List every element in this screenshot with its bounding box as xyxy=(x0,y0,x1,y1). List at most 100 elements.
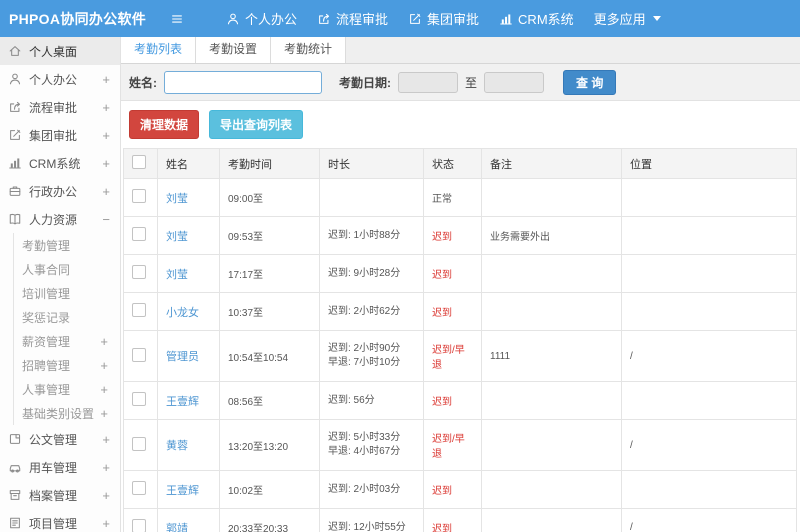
sidebar-item-用车管理[interactable]: 用车管理 + xyxy=(0,453,120,481)
employee-name-link[interactable]: 黄蓉 xyxy=(166,440,188,452)
expand-icon[interactable]: + xyxy=(102,100,110,115)
date-to-input[interactable] xyxy=(484,71,545,93)
employee-name-link[interactable]: 小龙女 xyxy=(166,307,199,319)
note-cell xyxy=(481,419,622,471)
sidebar-item-label: 基础类别设置 xyxy=(22,406,95,421)
attendance-time: 09:00至 xyxy=(219,178,320,217)
nav-item-label: CRM系统 xyxy=(518,12,574,27)
location-cell xyxy=(621,292,797,331)
sidebar-item-个人桌面[interactable]: 个人桌面 xyxy=(0,37,120,65)
name-input[interactable] xyxy=(164,70,322,94)
expand-icon[interactable]: + xyxy=(102,128,110,143)
collapse-icon[interactable]: − xyxy=(102,212,110,227)
nav-item-label: 流程审批 xyxy=(336,12,389,27)
tab-考勤统计[interactable]: 考勤统计 xyxy=(271,37,347,63)
row-checkbox[interactable] xyxy=(132,303,146,317)
column-header-考勤时间: 考勤时间 xyxy=(219,148,320,179)
employee-name-link[interactable]: 郭靖 xyxy=(166,523,188,532)
location-cell: / xyxy=(621,330,797,382)
row-checkbox[interactable] xyxy=(132,227,146,241)
sidebar-item-label: 薪资管理 xyxy=(22,334,71,349)
select-all-checkbox[interactable] xyxy=(132,155,146,169)
row-checkbox[interactable] xyxy=(132,436,146,451)
expand-icon[interactable]: + xyxy=(100,334,110,349)
expand-icon[interactable]: + xyxy=(102,72,110,87)
duration-cell: 迟到: 2小时62分 xyxy=(319,292,424,331)
clean-data-button[interactable]: 清理数据 xyxy=(129,110,200,139)
employee-name-link[interactable]: 刘莹 xyxy=(166,231,188,243)
expand-icon[interactable]: + xyxy=(102,488,110,503)
sidebar-item-人事管理[interactable]: 人事管理 + xyxy=(14,377,120,401)
sidebar-item-人力资源[interactable]: 人力资源 − xyxy=(0,205,120,233)
table-row: 管理员 10:54至10:54 迟到: 2小时90分 早退: 7小时10分 迟到/早退 1… xyxy=(123,330,797,382)
duration-line: 早退: 7小时10分 xyxy=(328,357,401,368)
tab-考勤列表[interactable]: 考勤列表 xyxy=(121,37,197,63)
sidebar-item-人事合同[interactable]: 人事合同 xyxy=(14,257,120,281)
note-cell xyxy=(481,292,622,331)
menu-toggle-icon[interactable] xyxy=(170,12,184,26)
expand-icon[interactable]: + xyxy=(102,184,110,199)
row-checkbox[interactable] xyxy=(132,519,146,532)
app-logo: PHPOA协同办公软件 xyxy=(9,10,147,27)
expand-icon[interactable]: + xyxy=(100,406,110,421)
sidebar-item-档案管理[interactable]: 档案管理 + xyxy=(0,481,120,509)
table-header-row: 姓名 考勤时间 时长 状态 备注 位置 xyxy=(123,148,797,179)
employee-name-link[interactable]: 刘莹 xyxy=(166,193,188,205)
expand-icon[interactable]: + xyxy=(100,358,110,373)
expand-icon[interactable]: + xyxy=(102,432,110,447)
chart-icon xyxy=(499,12,513,26)
sidebar-item-行政办公[interactable]: 行政办公 + xyxy=(0,177,120,205)
sidebar-item-个人办公[interactable]: 个人办公 + xyxy=(0,65,120,93)
column-header-状态: 状态 xyxy=(423,148,482,179)
action-bar: 清理数据 导出查询列表 xyxy=(121,101,800,148)
expand-icon[interactable]: + xyxy=(100,382,110,397)
date-from-input[interactable] xyxy=(398,71,458,93)
search-button[interactable]: 查 询 xyxy=(563,69,617,95)
note-cell xyxy=(481,254,622,293)
expand-icon[interactable]: + xyxy=(102,460,110,475)
sidebar-item-公文管理[interactable]: 公文管理 + xyxy=(0,425,120,453)
expand-icon[interactable]: + xyxy=(102,516,110,531)
tab-考勤设置[interactable]: 考勤设置 xyxy=(196,37,272,63)
sidebar-item-label: 招聘管理 xyxy=(22,358,71,373)
nav-item-label: 集团审批 xyxy=(427,12,480,27)
row-checkbox[interactable] xyxy=(132,392,146,406)
export-list-button[interactable]: 导出查询列表 xyxy=(209,110,304,139)
location-cell xyxy=(621,216,797,255)
row-checkbox[interactable] xyxy=(132,189,146,203)
project-icon xyxy=(8,516,22,530)
row-checkbox[interactable] xyxy=(132,347,146,362)
row-checkbox[interactable] xyxy=(132,265,146,279)
employee-name-link[interactable]: 管理员 xyxy=(166,351,199,363)
sidebar-item-薪资管理[interactable]: 薪资管理 + xyxy=(14,329,120,353)
sidebar-item-考勤管理[interactable]: 考勤管理 xyxy=(14,233,120,257)
employee-name-link[interactable]: 王壹辉 xyxy=(166,396,199,408)
table-row: 刘莹 09:53至 迟到: 1小时88分 迟到 业务需要外出 xyxy=(123,216,797,255)
status-badge: 迟到/早退 xyxy=(432,345,465,371)
sidebar-item-项目管理[interactable]: 项目管理 + xyxy=(0,509,120,532)
sidebar-item-CRM系统[interactable]: CRM系统 + xyxy=(0,149,120,177)
sidebar-item-流程审批[interactable]: 流程审批 + xyxy=(0,93,120,121)
attendance-time: 10:37至 xyxy=(219,292,320,331)
nav-item-流程审批[interactable]: 流程审批 xyxy=(307,9,398,28)
edit-icon xyxy=(8,128,22,142)
sidebar-item-奖惩记录[interactable]: 奖惩记录 xyxy=(14,305,120,329)
employee-name-link[interactable]: 刘莹 xyxy=(166,269,188,281)
nav-item-更多应用[interactable]: 更多应用 xyxy=(584,9,671,28)
row-checkbox[interactable] xyxy=(132,481,146,495)
sidebar-item-招聘管理[interactable]: 招聘管理 + xyxy=(14,353,120,377)
sidebar-item-培训管理[interactable]: 培训管理 xyxy=(14,281,120,305)
sidebar-item-集团审批[interactable]: 集团审批 + xyxy=(0,121,120,149)
nav-item-CRM系统[interactable]: CRM系统 xyxy=(489,9,584,28)
sidebar-item-label: 流程审批 xyxy=(29,100,78,115)
status-badge: 正常 xyxy=(432,194,452,205)
expand-icon[interactable]: + xyxy=(102,156,110,171)
nav-item-个人办公[interactable]: 个人办公 xyxy=(216,9,307,28)
sidebar-item-基础类别设置[interactable]: 基础类别设置 + xyxy=(14,401,120,425)
nav-item-集团审批[interactable]: 集团审批 xyxy=(398,9,489,28)
location-cell xyxy=(621,381,797,420)
employee-name-link[interactable]: 王壹辉 xyxy=(166,485,199,497)
to-label: 至 xyxy=(465,75,478,90)
duration-line: 迟到: 1小时88分 xyxy=(328,229,401,241)
attendance-time: 10:54至10:54 xyxy=(219,330,320,382)
